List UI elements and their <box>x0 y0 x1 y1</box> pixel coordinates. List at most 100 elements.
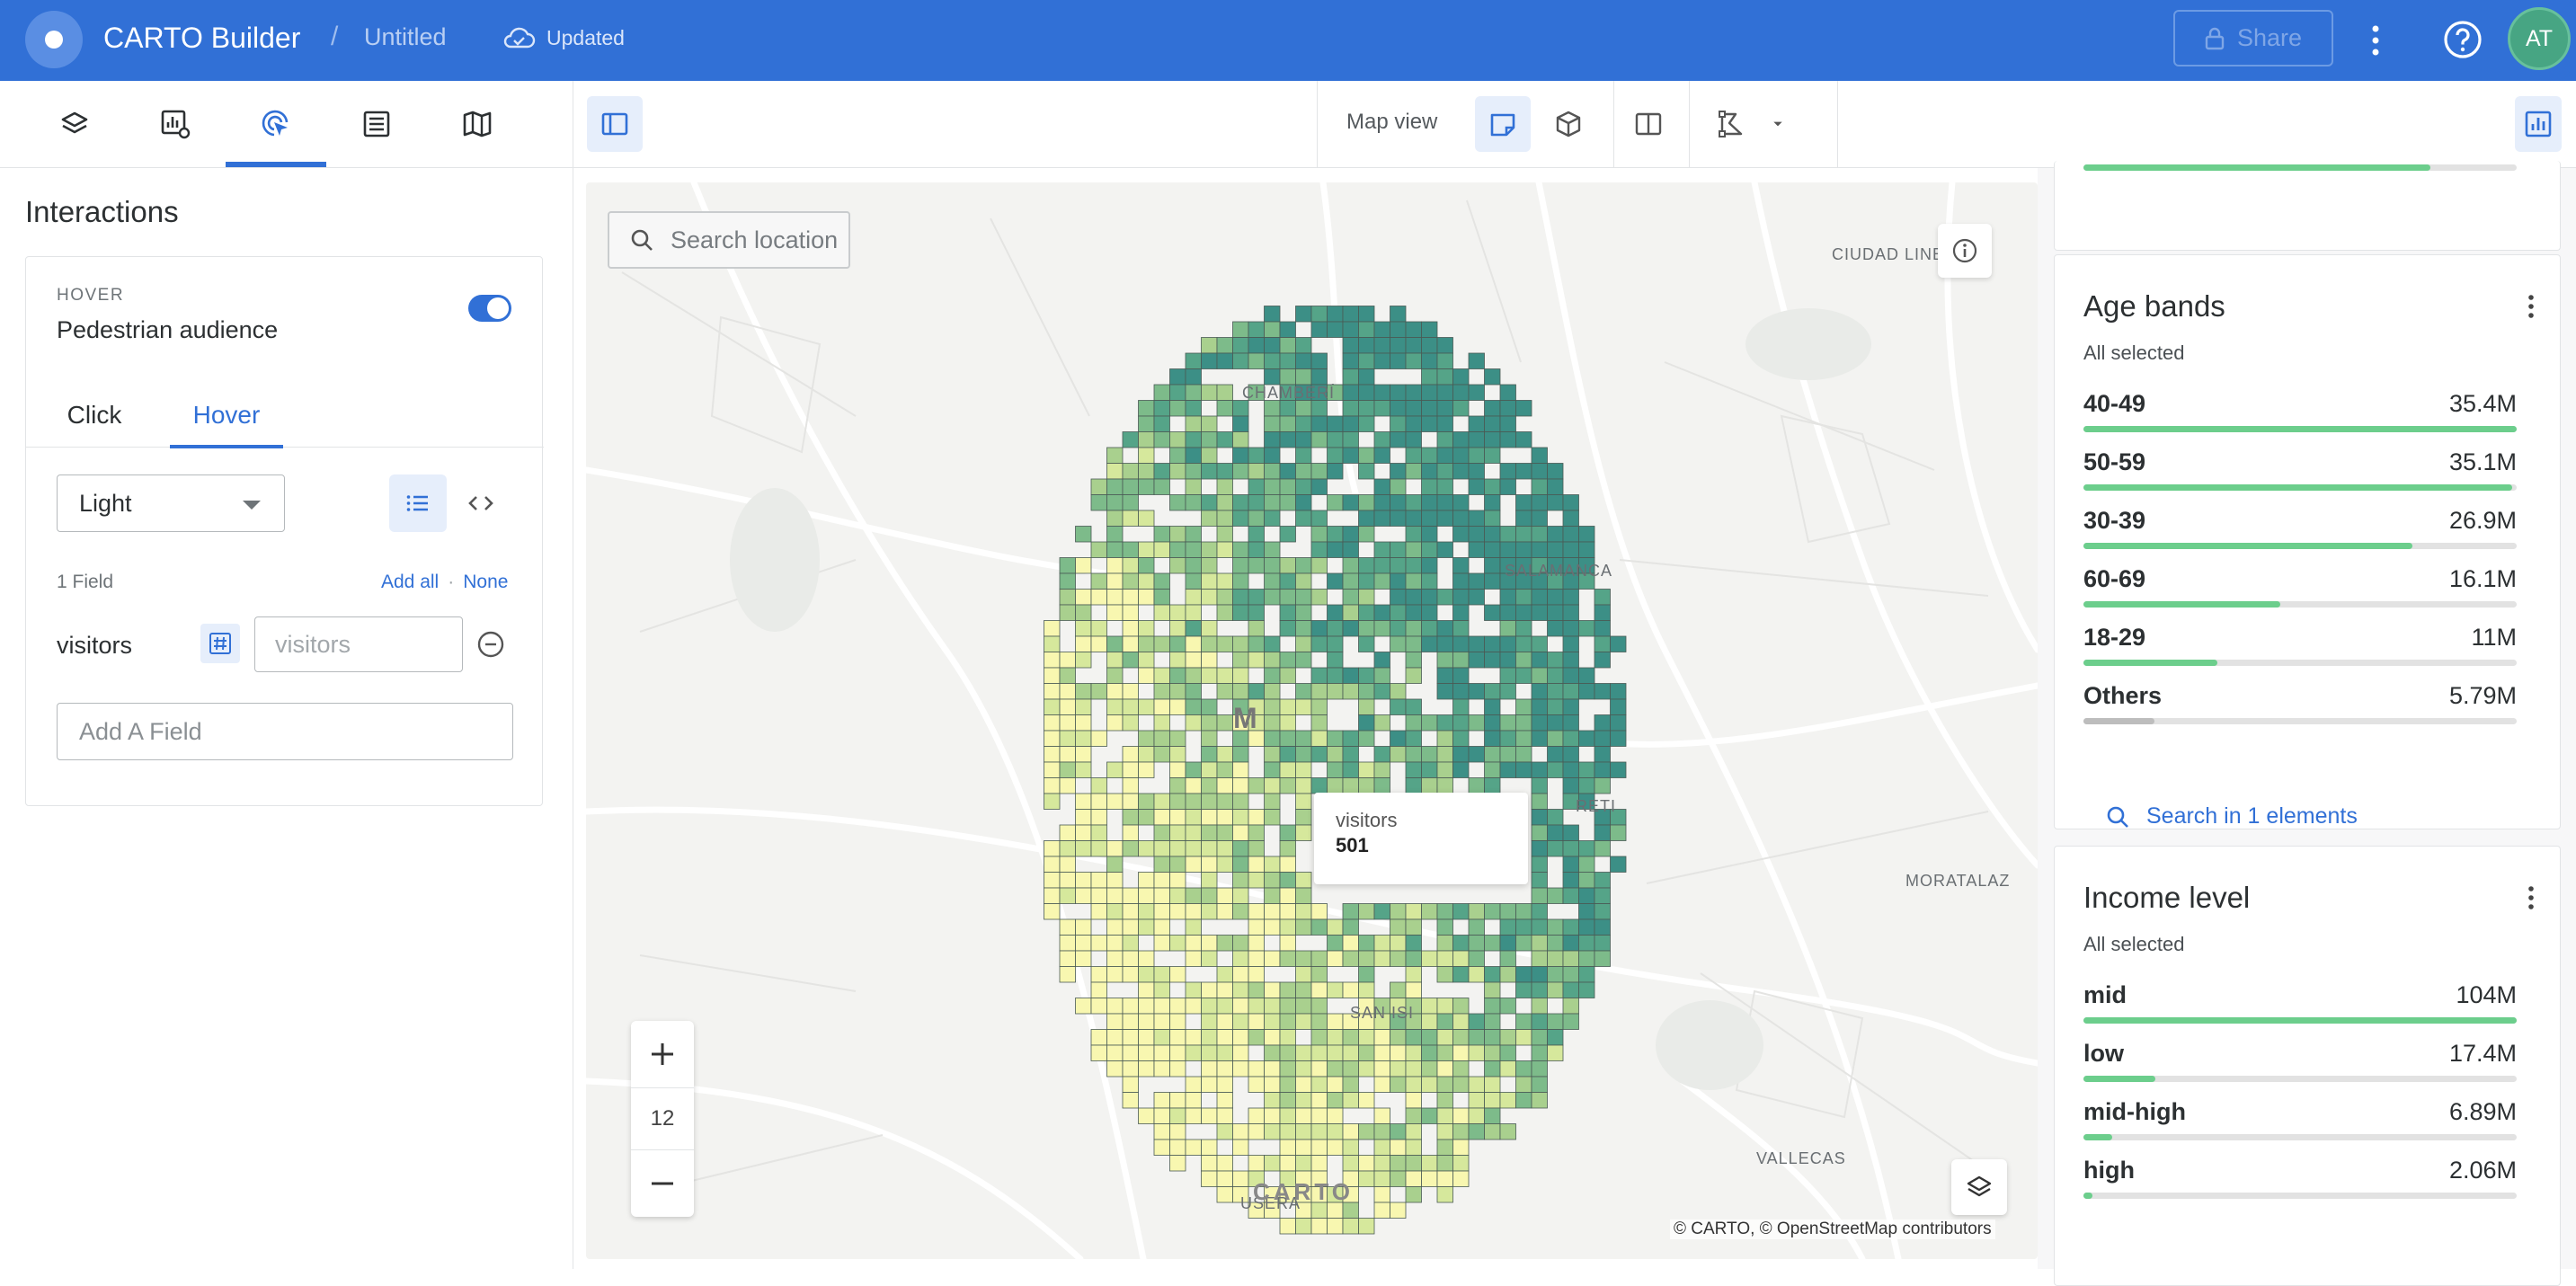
grid-cell[interactable] <box>1310 557 1328 574</box>
grid-cell[interactable] <box>1390 1044 1407 1061</box>
grid-cell[interactable] <box>1216 840 1233 857</box>
grid-cell[interactable] <box>1106 1060 1124 1078</box>
grid-cell[interactable] <box>1059 667 1076 684</box>
grid-cell[interactable] <box>1310 950 1328 967</box>
grid-cell[interactable] <box>1562 761 1579 778</box>
grid-cell[interactable] <box>1075 935 1092 952</box>
grid-cell[interactable] <box>1201 1155 1218 1172</box>
grid-cell[interactable] <box>1264 793 1281 810</box>
grid-cell[interactable] <box>1264 510 1281 527</box>
grid-cell[interactable] <box>1044 652 1061 669</box>
grid-cell[interactable] <box>1578 935 1595 952</box>
grid-cell[interactable] <box>1279 1155 1296 1172</box>
grid-cell[interactable] <box>1515 935 1532 952</box>
grid-cell[interactable] <box>1531 1060 1548 1078</box>
grid-cell[interactable] <box>1232 1123 1249 1140</box>
grid-cell[interactable] <box>1138 589 1155 606</box>
grid-cell[interactable] <box>1201 887 1218 904</box>
grid-cell[interactable] <box>1295 903 1312 920</box>
grid-cell[interactable] <box>1327 620 1344 637</box>
grid-cell[interactable] <box>1138 652 1155 669</box>
grid-cell[interactable] <box>1405 589 1422 606</box>
tab-interactions[interactable] <box>226 81 326 167</box>
grid-cell[interactable] <box>1327 730 1344 747</box>
grid-cell[interactable] <box>1264 368 1281 386</box>
grid-cell[interactable] <box>1138 478 1155 495</box>
grid-cell[interactable] <box>1216 510 1233 527</box>
grid-cell[interactable] <box>1390 337 1407 354</box>
grid-cell[interactable] <box>1594 777 1611 794</box>
grid-cell[interactable] <box>1201 872 1218 889</box>
grid-cell[interactable] <box>1390 384 1407 401</box>
grid-cell[interactable] <box>1295 918 1312 936</box>
grid-cell[interactable] <box>1515 494 1532 511</box>
grid-cell[interactable] <box>1185 447 1202 464</box>
grid-cell[interactable] <box>1515 604 1532 621</box>
grid-cell[interactable] <box>1248 966 1265 983</box>
grid-cell[interactable] <box>1138 918 1155 936</box>
grid-cell[interactable] <box>1169 856 1186 873</box>
grid-cell[interactable] <box>1232 510 1249 527</box>
grid-cell[interactable] <box>1059 683 1076 700</box>
grid-cell[interactable] <box>1295 447 1312 464</box>
grid-cell[interactable] <box>1153 604 1170 621</box>
grid-cell[interactable] <box>1562 777 1579 794</box>
grid-cell[interactable] <box>1484 557 1501 574</box>
grid-cell[interactable] <box>1531 761 1548 778</box>
remove-field-icon[interactable] <box>475 629 506 660</box>
grid-cell[interactable] <box>1201 1044 1218 1061</box>
grid-cell[interactable] <box>1358 463 1375 480</box>
grid-cell[interactable] <box>1421 384 1438 401</box>
grid-cell[interactable] <box>1138 557 1155 574</box>
grid-cell[interactable] <box>1342 1044 1359 1061</box>
grid-cell[interactable] <box>1279 620 1296 637</box>
grid-cell[interactable] <box>1248 840 1265 857</box>
tooltip-style-select[interactable]: Light <box>57 474 285 532</box>
grid-cell[interactable] <box>1310 966 1328 983</box>
grid-cell[interactable] <box>1468 384 1485 401</box>
grid-cell[interactable] <box>1342 494 1359 511</box>
grid-cell[interactable] <box>1578 730 1595 747</box>
grid-cell[interactable] <box>1342 431 1359 448</box>
grid-cell[interactable] <box>1295 415 1312 432</box>
grid-cell[interactable] <box>1531 981 1548 998</box>
grid-cell[interactable] <box>1358 368 1375 386</box>
grid-cell[interactable] <box>1594 683 1611 700</box>
grid-cell[interactable] <box>1122 998 1139 1015</box>
basemap-toggle-button[interactable] <box>1951 1159 2007 1215</box>
grid-cell[interactable] <box>1169 1044 1186 1061</box>
grid-cell[interactable] <box>1185 494 1202 511</box>
grid-cell[interactable] <box>1468 1107 1485 1124</box>
grid-cell[interactable] <box>1279 903 1296 920</box>
grid-cell[interactable] <box>1185 793 1202 810</box>
grid-cell[interactable] <box>1075 872 1092 889</box>
grid-cell[interactable] <box>1122 494 1139 511</box>
grid-cell[interactable] <box>1075 918 1092 936</box>
grid-cell[interactable] <box>1106 526 1124 543</box>
grid-cell[interactable] <box>1248 510 1265 527</box>
grid-cell[interactable] <box>1279 698 1296 715</box>
grid-cell[interactable] <box>1327 526 1344 543</box>
grid-cell[interactable] <box>1090 683 1107 700</box>
grid-cell[interactable] <box>1153 463 1170 480</box>
grid-cell[interactable] <box>1090 777 1107 794</box>
grid-cell[interactable] <box>1232 400 1249 417</box>
grid-cell[interactable] <box>1264 1076 1281 1093</box>
grid-cell[interactable] <box>1090 981 1107 998</box>
grid-cell[interactable] <box>1310 1044 1328 1061</box>
grid-cell[interactable] <box>1075 683 1092 700</box>
grid-cell[interactable] <box>1216 541 1233 558</box>
grid-cell[interactable] <box>1248 526 1265 543</box>
grid-cell[interactable] <box>1138 746 1155 763</box>
grid-cell[interactable] <box>1279 1060 1296 1078</box>
grid-cell[interactable] <box>1310 526 1328 543</box>
grid-cell[interactable] <box>1264 998 1281 1015</box>
grid-cell[interactable] <box>1138 635 1155 652</box>
grid-cell[interactable] <box>1342 400 1359 417</box>
grid-cell[interactable] <box>1310 746 1328 763</box>
grid-cell[interactable] <box>1295 683 1312 700</box>
grid-cell[interactable] <box>1499 714 1516 732</box>
grid-cell[interactable] <box>1122 824 1139 841</box>
grid-cell[interactable] <box>1295 604 1312 621</box>
grid-cell[interactable] <box>1216 494 1233 511</box>
